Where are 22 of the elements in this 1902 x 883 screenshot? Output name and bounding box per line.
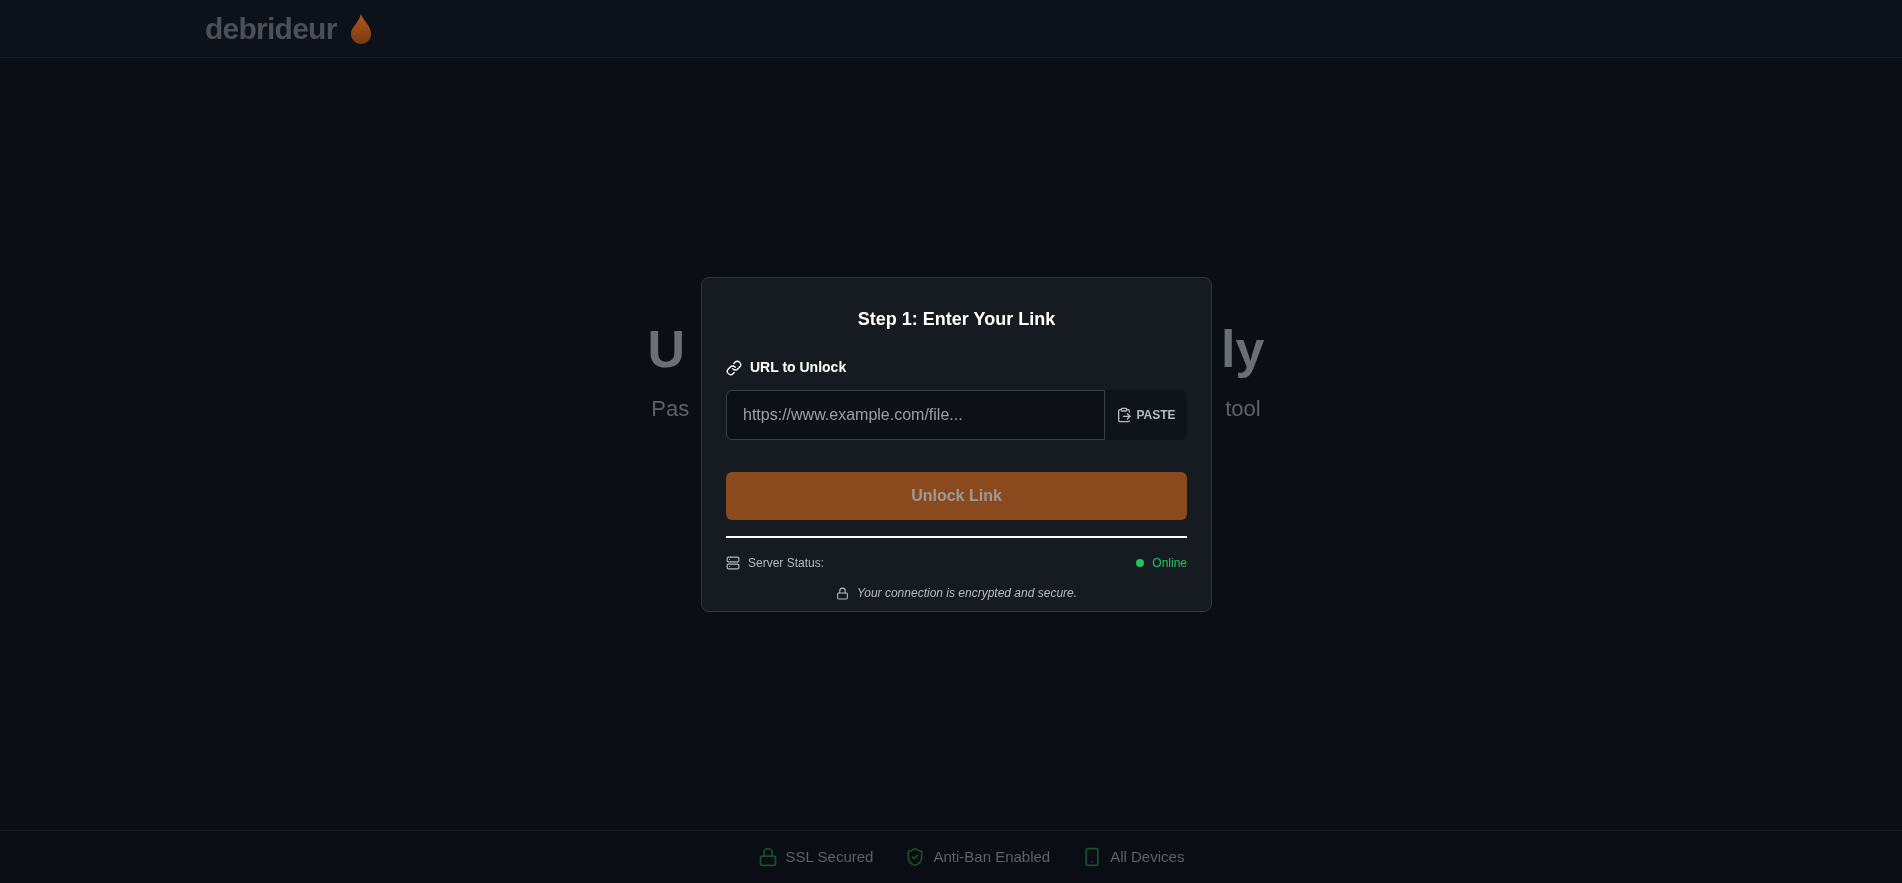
logo[interactable]: debrideur (205, 6, 337, 51)
feature-label: Anti-Ban Enabled (933, 846, 1051, 867)
security-note: Your connection is encrypted and secure. (856, 585, 1078, 602)
hero-subtitle: tool (1225, 395, 1261, 423)
status-value: Online (1152, 555, 1187, 572)
server-icon (726, 556, 740, 570)
link-icon (726, 359, 742, 376)
feature-label: All Devices (1110, 846, 1185, 867)
lock-icon (757, 847, 778, 867)
shield-icon (905, 847, 926, 867)
hero-title: ly (1221, 319, 1265, 380)
paste-button[interactable]: PASTE (1105, 390, 1187, 440)
lock-icon (835, 586, 849, 600)
flame-icon (348, 12, 373, 45)
feature-label: SSL Secured (785, 846, 874, 867)
hero-title: U (647, 319, 686, 380)
status-label: Server Status: (748, 555, 825, 572)
hero-subtitle: Pas (651, 395, 690, 423)
field-label: URL to Unlock (750, 358, 847, 377)
dialog-title: Step 1: Enter Your Link (856, 308, 1057, 331)
url-field[interactable]: https://www.example.com/file... (726, 390, 1105, 440)
paste-icon (1116, 407, 1133, 423)
